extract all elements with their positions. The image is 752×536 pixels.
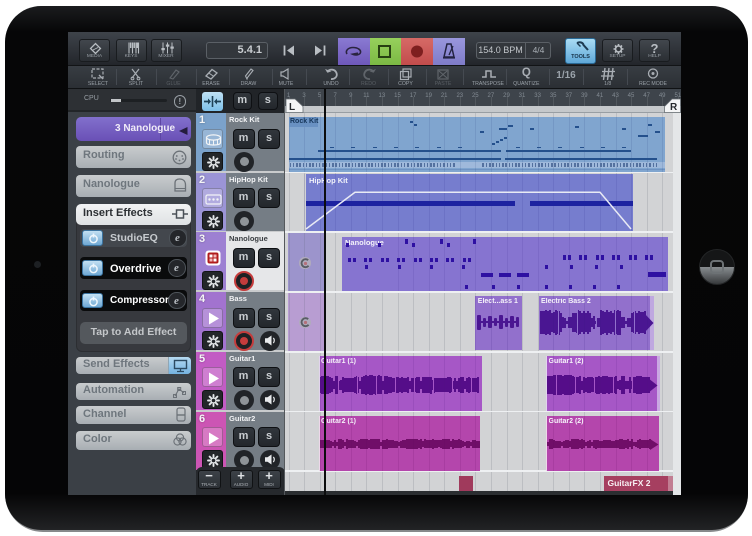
svg-text:R: R bbox=[670, 102, 678, 113]
svg-text:L: L bbox=[289, 102, 295, 113]
